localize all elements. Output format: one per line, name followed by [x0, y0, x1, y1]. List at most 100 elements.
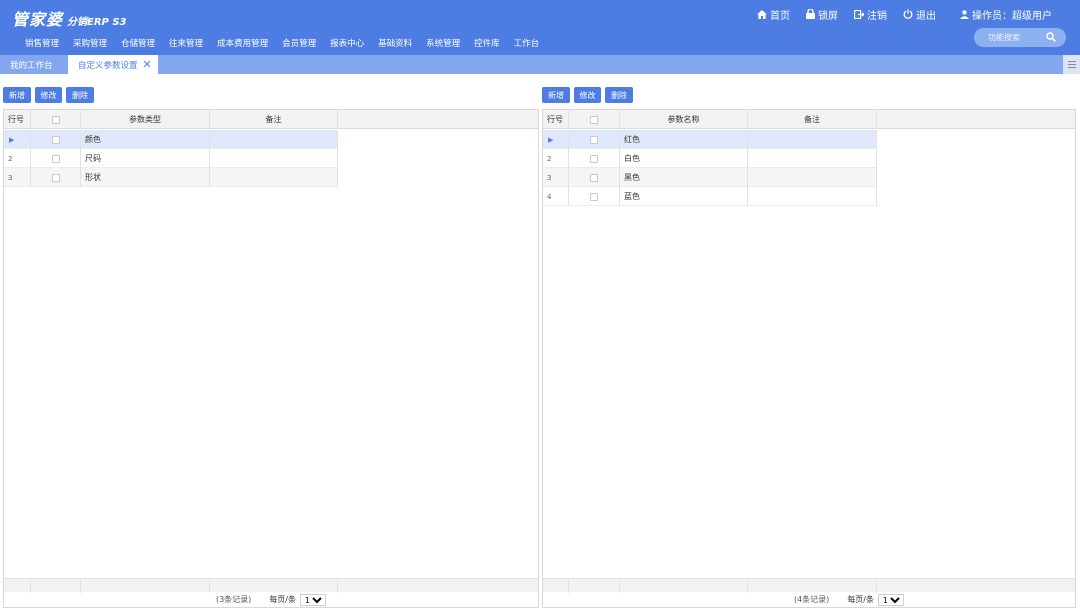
grid-summary-row — [543, 578, 1075, 593]
edit-button[interactable]: 修改 — [35, 87, 62, 103]
lock-screen-link[interactable]: 锁屏 — [806, 7, 838, 22]
add-button[interactable]: 新增 — [3, 87, 31, 103]
table-row[interactable]: ▶ 红色 — [543, 130, 877, 149]
page-size-select[interactable]: 10 — [300, 593, 327, 606]
cell-rownum: 3 — [4, 168, 31, 187]
nav-item-purchase[interactable]: 采购管理 — [66, 37, 114, 49]
user-icon — [960, 9, 969, 19]
table-row[interactable]: 3 黑色 — [543, 168, 877, 187]
row-checkbox[interactable] — [51, 173, 60, 182]
cell-type: 形状 — [81, 168, 210, 187]
cell-type: 颜色 — [81, 130, 210, 149]
row-select — [569, 130, 620, 149]
row-select — [31, 149, 81, 168]
search-input[interactable] — [988, 33, 1044, 42]
cell-note — [210, 130, 338, 149]
table-row[interactable]: 4 蓝色 — [543, 187, 877, 206]
row-select — [31, 168, 81, 187]
row-checkbox[interactable] — [51, 135, 60, 144]
table-row[interactable]: 3 形状 — [4, 168, 338, 187]
row-select — [31, 130, 81, 149]
grid-header: 行号 参数名称 备注 — [543, 110, 1075, 129]
cell-note — [210, 149, 338, 168]
search-icon[interactable] — [1046, 32, 1056, 42]
nav-item-controls[interactable]: 控件库 — [467, 37, 507, 49]
nav-item-cost[interactable]: 成本费用管理 — [210, 37, 275, 49]
current-user[interactable]: 操作员：超级用户 — [960, 7, 1052, 22]
param-value-grid: 行号 参数名称 备注 ▶ 红色 2 白色 3 黑色 4 蓝色 (4条记录) 每页… — [542, 109, 1076, 608]
cell-note — [748, 130, 877, 149]
col-header-note[interactable]: 备注 — [210, 110, 338, 129]
app-header: 管家婆 分销ERP S3 首页 锁屏 注销 退出 操作员：超级用户 销售管理 采… — [0, 0, 1080, 55]
cell-rownum: 2 — [543, 149, 569, 168]
col-header-select — [569, 110, 620, 129]
tab-label: 自定义参数设置 — [78, 60, 138, 71]
tab-custom-params[interactable]: 自定义参数设置 ✕ — [68, 55, 158, 74]
select-all-checkbox[interactable] — [51, 115, 60, 124]
select-all-checkbox[interactable] — [590, 115, 598, 124]
exit-link[interactable]: 退出 — [903, 7, 936, 22]
col-header-rownum: 行号 — [543, 110, 569, 129]
table-row[interactable]: 2 白色 — [543, 149, 877, 168]
logout-link[interactable]: 注销 — [854, 7, 887, 22]
col-header-rownum: 行号 — [4, 110, 31, 129]
row-checkbox[interactable] — [590, 135, 598, 144]
top-actions: 首页 锁屏 注销 退出 操作员：超级用户 — [757, 7, 1080, 22]
delete-button[interactable]: 删除 — [605, 87, 633, 103]
row-checkbox[interactable] — [590, 154, 598, 163]
row-indicator: ▶ — [543, 130, 569, 149]
cell-name: 蓝色 — [620, 187, 748, 206]
close-icon[interactable]: ✕ — [143, 59, 152, 70]
row-checkbox[interactable] — [51, 154, 60, 163]
tab-menu-icon[interactable] — [1063, 55, 1080, 74]
user-label: 操作员：超级用户 — [972, 10, 1052, 22]
tab-bar: 我的工作台 自定义参数设置 ✕ — [0, 55, 1080, 74]
main-nav: 销售管理 采购管理 仓储管理 往来管理 成本费用管理 会员管理 报表中心 基础资… — [18, 36, 546, 50]
record-count: (4条记录) — [793, 595, 830, 604]
cell-note — [748, 168, 877, 187]
table-row[interactable]: ▶ 颜色 — [4, 130, 338, 149]
delete-button[interactable]: 删除 — [66, 87, 94, 103]
home-label: 首页 — [770, 10, 790, 22]
col-header-name[interactable]: 参数名称 — [620, 110, 748, 129]
tab-label: 我的工作台 — [10, 60, 53, 71]
nav-item-reports[interactable]: 报表中心 — [323, 37, 371, 49]
nav-item-accounts[interactable]: 往来管理 — [162, 37, 210, 49]
col-header-note[interactable]: 备注 — [748, 110, 877, 129]
row-select — [569, 187, 620, 206]
logo-sub-text: 分销ERP S3 — [67, 17, 127, 28]
tab-my-workbench[interactable]: 我的工作台 — [0, 55, 63, 74]
row-indicator: ▶ — [4, 130, 31, 149]
row-checkbox[interactable] — [590, 192, 598, 201]
add-button[interactable]: 新增 — [542, 87, 570, 103]
cell-type: 尺码 — [81, 149, 210, 168]
col-header-select — [31, 110, 81, 129]
col-header-type[interactable]: 参数类型 — [81, 110, 210, 129]
row-checkbox[interactable] — [590, 173, 598, 182]
lock-label: 锁屏 — [818, 10, 838, 22]
app-logo[interactable]: 管家婆 分销ERP S3 — [12, 6, 127, 30]
nav-item-warehouse[interactable]: 仓储管理 — [114, 37, 162, 49]
nav-item-basic-data[interactable]: 基础资料 — [371, 37, 419, 49]
cell-rownum: 2 — [4, 149, 31, 168]
cell-note — [210, 168, 338, 187]
grid-summary-row — [4, 578, 538, 593]
row-select — [569, 168, 620, 187]
param-value-panel: 新增 修改 删除 行号 参数名称 备注 ▶ 红色 2 白色 3 黑色 4 蓝色 … — [542, 86, 1076, 608]
page-size-select[interactable]: 10 — [878, 593, 905, 606]
home-link[interactable]: 首页 — [757, 7, 790, 22]
nav-item-sales[interactable]: 销售管理 — [18, 37, 66, 49]
table-row[interactable]: 2 尺码 — [4, 149, 338, 168]
nav-item-workbench[interactable]: 工作台 — [507, 37, 547, 49]
nav-item-system[interactable]: 系统管理 — [419, 37, 467, 49]
page-size-label: 每页/条 — [847, 595, 875, 604]
logout-label: 注销 — [867, 10, 887, 22]
edit-button[interactable]: 修改 — [574, 87, 601, 103]
home-icon — [757, 9, 767, 19]
nav-item-member[interactable]: 会员管理 — [275, 37, 323, 49]
grid-header: 行号 参数类型 备注 — [4, 110, 538, 129]
exit-label: 退出 — [916, 10, 936, 22]
cell-note — [748, 187, 877, 206]
right-toolbar: 新增 修改 删除 — [542, 87, 633, 103]
param-type-grid: 行号 参数类型 备注 ▶ 颜色 2 尺码 3 形状 (3条记录) 每页/条 10 — [3, 109, 539, 608]
